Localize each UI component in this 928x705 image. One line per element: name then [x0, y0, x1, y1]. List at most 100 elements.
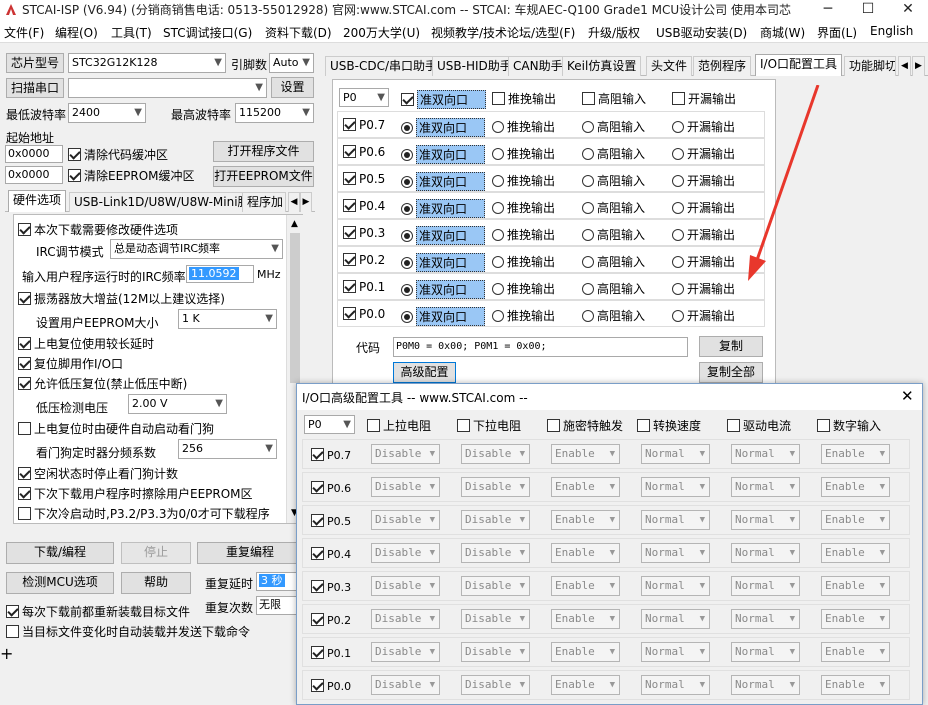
adv-setting-select[interactable]: Enable ▼	[551, 444, 620, 464]
port-select[interactable]: ▼	[68, 78, 267, 98]
adv-setting-select[interactable]: Disable ▼	[461, 444, 530, 464]
io-pin-checkbox[interactable]: P0.3	[343, 226, 385, 240]
io-mode-opendrain-radio[interactable]: 开漏输出	[672, 307, 735, 324]
tab-scroll-left-button[interactable]: ◀	[898, 56, 911, 76]
reset-io-checkbox[interactable]: 复位脚用作I/O口	[18, 355, 123, 372]
menu-program[interactable]: 编程(O)	[55, 24, 98, 41]
lvd-select[interactable]: 2.00 V ▼	[128, 394, 227, 414]
tab-scroll-right-button[interactable]: ▶	[912, 56, 925, 76]
menu-university[interactable]: 200万大学(U)	[343, 24, 420, 41]
max-baud-select[interactable]: 115200 ▼	[235, 103, 314, 123]
adv-pin-checkbox[interactable]: P0.2	[311, 613, 351, 627]
io-mode-opendrain-radio[interactable]: 开漏输出	[672, 118, 735, 135]
io-mode-pushpull-radio[interactable]: 推挽输出	[492, 172, 555, 189]
code-output-field[interactable]: P0M0 = 0x00; P0M1 = 0x00;	[393, 337, 688, 357]
menu-docs[interactable]: 资料下载(D)	[265, 24, 332, 41]
io-mode-pushpull-radio[interactable]: 推挽输出	[492, 253, 555, 270]
tab-usb-cdc[interactable]: USB-CDC/串口助手	[325, 56, 443, 76]
adv-setting-select[interactable]: Enable ▼	[821, 444, 890, 464]
port-settings-button[interactable]: 设置	[271, 77, 314, 98]
io-pin-checkbox[interactable]: P0.5	[343, 172, 385, 186]
adv-pin-checkbox[interactable]: P0.5	[311, 514, 351, 528]
advanced-config-button[interactable]: 高级配置	[393, 362, 456, 383]
tab-scroll-left-button[interactable]: ◀	[288, 192, 300, 212]
adv-setting-select[interactable]: Normal ▼	[731, 543, 800, 563]
adv-setting-select[interactable]: Enable ▼	[821, 675, 890, 695]
adv-setting-select[interactable]: Enable ▼	[551, 642, 620, 662]
adv-pin-checkbox[interactable]: P0.1	[311, 646, 351, 660]
eeprom-size-select[interactable]: 1 K ▼	[178, 309, 277, 329]
min-baud-select[interactable]: 2400 ▼	[68, 103, 146, 123]
adv-setting-select[interactable]: Disable ▼	[461, 609, 530, 629]
adv-setting-select[interactable]: Normal ▼	[641, 642, 710, 662]
stop-button[interactable]: 停止	[121, 542, 191, 564]
adv-setting-select[interactable]: Normal ▼	[641, 510, 710, 530]
menu-file[interactable]: 文件(F)	[4, 24, 44, 41]
adv-setting-select[interactable]: Normal ▼	[731, 477, 800, 497]
menu-debug[interactable]: STC调试接口(G)	[163, 24, 252, 41]
io-mode-highz-radio[interactable]: 高阻输入	[582, 172, 645, 189]
adv-col-speed[interactable]: 转换速度	[637, 417, 701, 434]
adv-setting-select[interactable]: Enable ▼	[551, 576, 620, 596]
tab-function-pin[interactable]: 功能脚切	[844, 56, 896, 76]
adv-setting-select[interactable]: Enable ▼	[551, 543, 620, 563]
io-mode-highz-radio[interactable]: 高阻输入	[582, 145, 645, 162]
dialog-close-icon[interactable]: ✕	[901, 387, 914, 405]
reload-checkbox[interactable]: 每次下载前都重新装载目标文件	[6, 603, 190, 620]
tab-usb-link[interactable]: USB-Link1D/U8W/U8W-Mini脱机	[69, 192, 267, 212]
adv-setting-select[interactable]: Disable ▼	[371, 576, 440, 596]
adv-setting-select[interactable]: Normal ▼	[731, 609, 800, 629]
adv-setting-select[interactable]: Normal ▼	[641, 576, 710, 596]
irc-freq-input[interactable]: 11.0592	[186, 265, 254, 283]
adv-setting-select[interactable]: Disable ▼	[371, 642, 440, 662]
pin-count-select[interactable]: Auto ▼	[269, 53, 314, 73]
io-mode-pushpull-radio[interactable]: 推挽输出	[492, 145, 555, 162]
adv-pin-checkbox[interactable]: P0.3	[311, 580, 351, 594]
osc-gain-checkbox[interactable]: 振荡器放大增益(12M以上建议选择)	[18, 290, 225, 307]
open-program-file-button[interactable]: 打开程序文件	[213, 141, 314, 162]
io-pin-checkbox[interactable]: P0.6	[343, 145, 385, 159]
irc-mode-select[interactable]: 总是动态调节IRC频率 ▼	[110, 239, 283, 259]
io-mode-opendrain-radio[interactable]: 开漏输出	[672, 280, 735, 297]
adv-setting-select[interactable]: Enable ▼	[821, 543, 890, 563]
adv-pin-checkbox[interactable]: P0.6	[311, 481, 351, 495]
tab-usb-hid[interactable]: USB-HID助手	[432, 56, 517, 76]
adv-setting-select[interactable]: Enable ▼	[821, 510, 890, 530]
adv-setting-select[interactable]: Disable ▼	[461, 642, 530, 662]
adv-setting-select[interactable]: Disable ▼	[371, 675, 440, 695]
tab-can[interactable]: CAN助手	[508, 56, 568, 76]
adv-setting-select[interactable]: Normal ▼	[641, 543, 710, 563]
adv-col-digital[interactable]: 数字输入	[817, 417, 881, 434]
adv-setting-select[interactable]: Normal ▼	[731, 510, 800, 530]
close-button[interactable]: ✕	[888, 0, 928, 21]
adv-col-drive[interactable]: 驱动电流	[727, 417, 791, 434]
io-all-pushpull-checkbox[interactable]: 推挽输出	[492, 90, 556, 107]
io-mode-highz-radio[interactable]: 高阻输入	[582, 199, 645, 216]
io-mode-opendrain-radio[interactable]: 开漏输出	[672, 253, 735, 270]
io-mode-quasi-radio[interactable]: 准双向口	[401, 253, 485, 272]
adv-col-pulldown[interactable]: 下拉电阻	[457, 417, 521, 434]
clear-code-checkbox[interactable]: 清除代码缓冲区	[68, 146, 168, 163]
download-program-button[interactable]: 下载/编程	[6, 542, 114, 564]
io-port-select[interactable]: P0 ▼	[339, 88, 389, 107]
io-pin-checkbox[interactable]: P0.2	[343, 253, 385, 267]
erase-eeprom-checkbox[interactable]: 下次下载用户程序时擦除用户EEPROM区	[18, 485, 253, 502]
io-mode-quasi-radio[interactable]: 准双向口	[401, 145, 485, 164]
repeat-program-button[interactable]: 重复编程	[197, 542, 303, 564]
io-mode-pushpull-radio[interactable]: 推挽输出	[492, 199, 555, 216]
io-mode-highz-radio[interactable]: 高阻输入	[582, 118, 645, 135]
adv-setting-select[interactable]: Normal ▼	[731, 675, 800, 695]
scan-port-button[interactable]: 扫描串口	[6, 78, 64, 98]
adv-setting-select[interactable]: Disable ▼	[461, 477, 530, 497]
detect-mcu-button[interactable]: 检测MCU选项	[6, 572, 114, 594]
io-mode-pushpull-radio[interactable]: 推挽输出	[492, 226, 555, 243]
adv-setting-select[interactable]: Normal ▼	[641, 444, 710, 464]
adv-port-select[interactable]: P0 ▼	[304, 415, 355, 434]
io-pin-checkbox[interactable]: P0.1	[343, 280, 385, 294]
adv-setting-select[interactable]: Normal ▼	[641, 609, 710, 629]
auto-download-checkbox[interactable]: 当目标文件变化时自动装载并发送下载命令	[6, 623, 250, 640]
io-mode-opendrain-radio[interactable]: 开漏输出	[672, 145, 735, 162]
io-mode-quasi-radio[interactable]: 准双向口	[401, 199, 485, 218]
io-mode-quasi-radio[interactable]: 准双向口	[401, 226, 485, 245]
menu-english[interactable]: English	[870, 24, 913, 38]
